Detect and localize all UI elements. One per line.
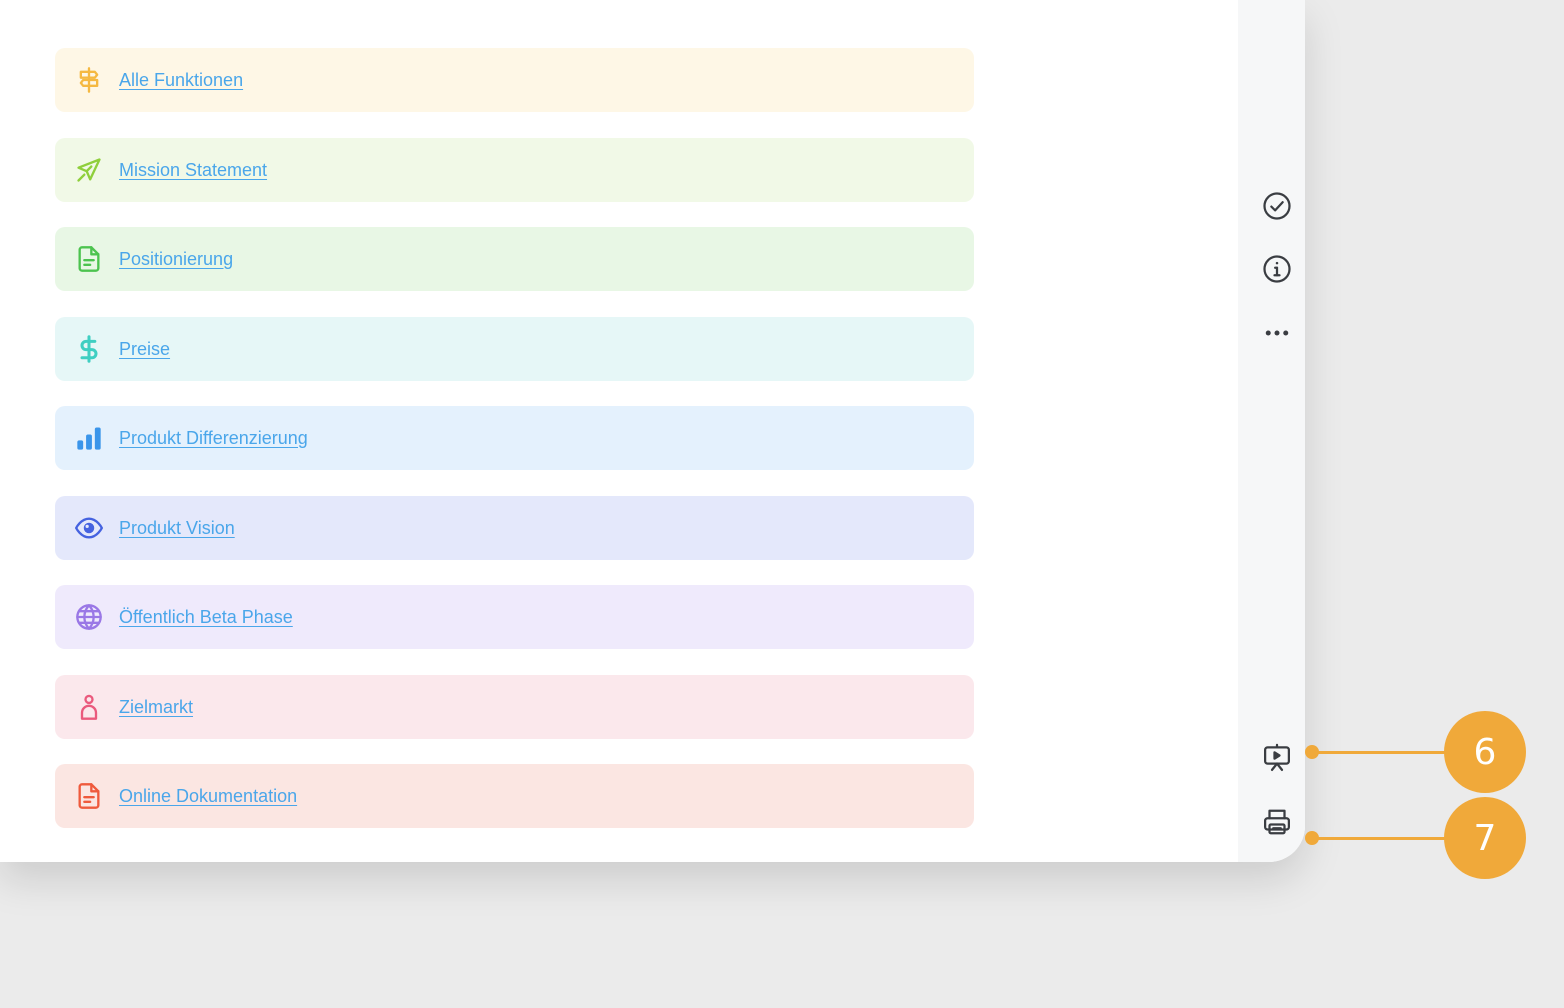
check-circle-icon	[1262, 191, 1292, 226]
callout-dot-6	[1305, 745, 1319, 759]
link-card-produkt-differenzierung[interactable]: Produkt Differenzierung	[55, 406, 974, 470]
link-card-produkt-vision[interactable]: Produkt Vision	[55, 496, 974, 560]
link-oeffentlich-beta-phase[interactable]: Öffentlich Beta Phase	[119, 607, 293, 628]
link-mission-statement[interactable]: Mission Statement	[119, 160, 267, 181]
print-button[interactable]	[1258, 805, 1296, 843]
link-card-preise[interactable]: Preise	[55, 317, 974, 381]
person-icon	[75, 693, 103, 721]
callout-dot-7	[1305, 831, 1319, 845]
right-sidebar	[1238, 0, 1305, 862]
info-button[interactable]	[1258, 252, 1296, 290]
airplane-icon	[75, 156, 103, 184]
link-card-zielmarkt[interactable]: Zielmarkt	[55, 675, 974, 739]
link-alle-funktionen[interactable]: Alle Funktionen	[119, 70, 243, 91]
more-icon	[1262, 318, 1292, 353]
callout-line-7	[1312, 837, 1452, 840]
more-button[interactable]	[1258, 316, 1296, 354]
link-card-positionierung[interactable]: Positionierung	[55, 227, 974, 291]
document-icon	[75, 245, 103, 273]
info-icon	[1262, 254, 1292, 289]
app-window: Alle Funktionen Mission Statement Positi…	[0, 0, 1305, 862]
link-card-oeffentlich-beta-phase[interactable]: Öffentlich Beta Phase	[55, 585, 974, 649]
signpost-icon	[75, 66, 103, 94]
link-online-dokumentation[interactable]: Online Dokumentation	[119, 786, 297, 807]
link-preise[interactable]: Preise	[119, 339, 170, 360]
document-icon	[75, 782, 103, 810]
main-content: Alle Funktionen Mission Statement Positi…	[0, 0, 1238, 862]
link-card-mission-statement[interactable]: Mission Statement	[55, 138, 974, 202]
callout-line-6	[1312, 751, 1452, 754]
link-produkt-differenzierung[interactable]: Produkt Differenzierung	[119, 428, 308, 449]
dollar-icon	[75, 335, 103, 363]
callout-badge-7: 7	[1444, 797, 1526, 879]
callout-badge-6: 6	[1444, 711, 1526, 793]
printer-icon	[1262, 807, 1292, 842]
bar-chart-icon	[75, 424, 103, 452]
link-card-alle-funktionen[interactable]: Alle Funktionen	[55, 48, 974, 112]
complete-button[interactable]	[1258, 189, 1296, 227]
globe-icon	[75, 603, 103, 631]
link-card-online-dokumentation[interactable]: Online Dokumentation	[55, 764, 974, 828]
link-zielmarkt[interactable]: Zielmarkt	[119, 697, 193, 718]
link-positionierung[interactable]: Positionierung	[119, 249, 233, 270]
link-produkt-vision[interactable]: Produkt Vision	[119, 518, 235, 539]
presentation-icon	[1262, 743, 1292, 778]
presentation-button[interactable]	[1258, 741, 1296, 779]
eye-icon	[75, 514, 103, 542]
